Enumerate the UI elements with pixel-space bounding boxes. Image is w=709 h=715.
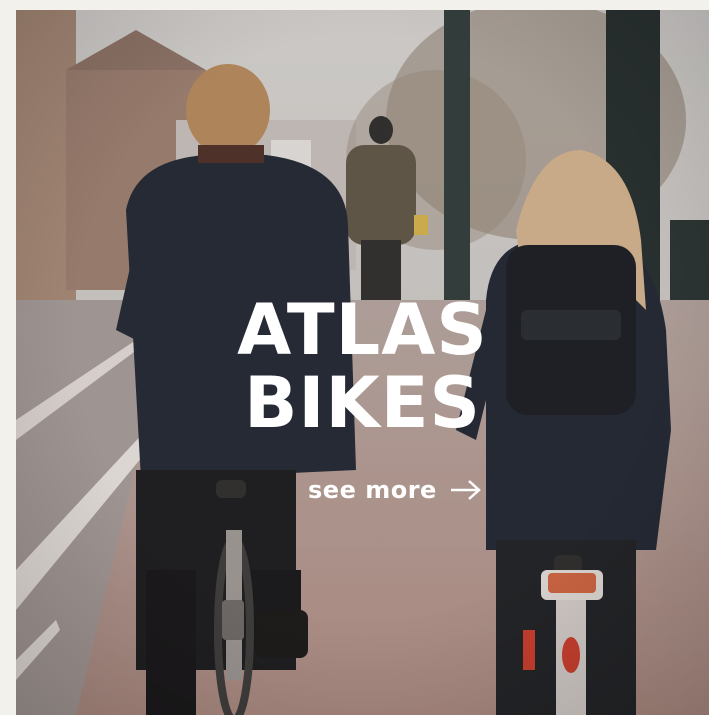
brand-logo[interactable]: ATLAS BIKES [16, 295, 709, 440]
promo-card[interactable]: ATLAS BIKES see more [16, 10, 709, 715]
arrow-right-icon [449, 478, 483, 502]
see-more-label: see more [308, 476, 437, 504]
see-more-link[interactable]: see more [308, 476, 483, 504]
brand-logo-line-1: ATLAS [237, 289, 488, 371]
brand-logo-line-2: BIKES [244, 362, 481, 444]
